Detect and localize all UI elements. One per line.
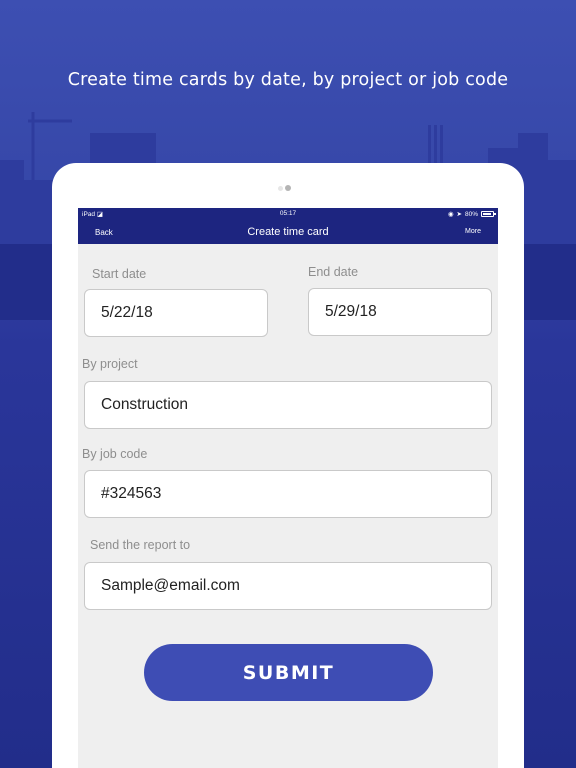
- job-code-label: By job code: [82, 447, 148, 461]
- project-value: Construction: [101, 396, 189, 413]
- job-code-value: #324563: [101, 485, 162, 502]
- battery-percent: 80%: [464, 210, 478, 218]
- camera-dot: [278, 186, 283, 191]
- start-date-value: 5/22/18: [101, 304, 153, 321]
- more-button[interactable]: More: [465, 228, 481, 235]
- start-date-label: Start date: [92, 267, 147, 281]
- report-email-field[interactable]: Sample@email.com: [84, 562, 492, 610]
- end-date-value: 5/29/18: [325, 303, 377, 320]
- job-code-field[interactable]: #324563: [84, 470, 492, 518]
- end-date-label: End date: [308, 265, 359, 279]
- battery-icon: [481, 211, 496, 217]
- report-email-value: Sample@email.com: [101, 577, 240, 594]
- location-icon: ➤: [456, 211, 462, 218]
- status-bar: iPad ◪ 05:17 ◉ ➤ 80%: [78, 210, 498, 220]
- report-to-label: Send the report to: [90, 538, 191, 552]
- page-title: Create time card: [247, 226, 329, 238]
- lock-rotation-icon: ◉: [447, 211, 454, 218]
- camera-lens: [285, 185, 291, 191]
- end-date-field[interactable]: 5/29/18: [308, 288, 492, 336]
- project-field[interactable]: Construction: [84, 381, 492, 429]
- submit-button[interactable]: SUBMIT: [144, 644, 433, 701]
- status-time: 05:17: [279, 210, 297, 217]
- promo-headline: Create time cards by date, by project or…: [67, 70, 509, 90]
- app-screen: iPad ◪ 05:17 ◉ ➤ 80% Back Create time ca…: [78, 208, 498, 768]
- project-label: By project: [82, 357, 138, 371]
- start-date-field[interactable]: 5/22/18: [84, 289, 268, 337]
- status-right: ◉ ➤ 80%: [447, 210, 496, 218]
- nav-bar: iPad ◪ 05:17 ◉ ➤ 80% Back Create time ca…: [78, 208, 498, 244]
